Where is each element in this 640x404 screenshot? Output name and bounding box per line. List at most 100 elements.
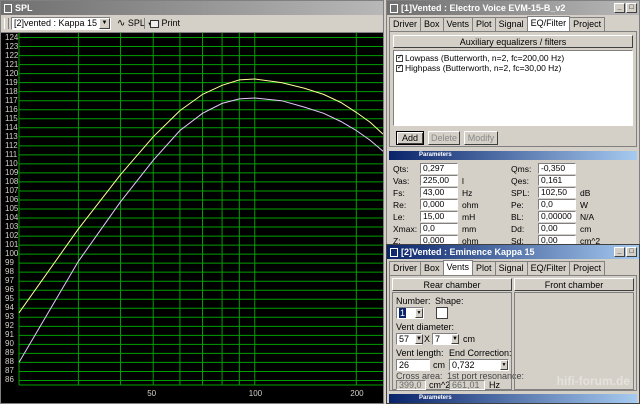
param-value-field[interactable]: 102,50 (538, 187, 576, 198)
ev-tab-box[interactable]: Box (420, 17, 444, 31)
x-tick-label: 50 (147, 389, 157, 398)
em-tab-signal[interactable]: Signal (494, 261, 528, 275)
param-value-field[interactable]: 0,161 (538, 175, 576, 186)
number-value: 1 (399, 308, 407, 318)
param-label-text: Re: (393, 200, 407, 210)
ev-tab-signal[interactable]: Signal (494, 17, 528, 31)
rear-chamber-button[interactable]: Rear chamber (392, 278, 512, 291)
front-chamber-panel: hifi-forum.de (514, 292, 634, 390)
cross-area-field: 399,0 (396, 380, 426, 390)
em-tab-box[interactable]: Box (420, 261, 444, 275)
y-tick-label: 105 (5, 204, 19, 213)
front-chamber-button[interactable]: Front chamber (514, 278, 634, 291)
y-tick-label: 109 (5, 167, 19, 177)
add-button[interactable]: Add (396, 131, 424, 145)
spl-plot[interactable]: 124 123 122 121 120 119 118 117 116 115 114 113 112 1… (1, 33, 383, 403)
param-value-field[interactable]: 15,00 (420, 211, 458, 222)
maximize-button[interactable]: □ (626, 247, 637, 257)
shape-selector[interactable] (436, 307, 448, 319)
em-tab-eq-filter[interactable]: EQ/Filter (526, 261, 571, 275)
param-value-field[interactable]: 0,000 (420, 199, 458, 210)
rear-chamber-label: Rear chamber (423, 280, 481, 290)
y-tick-label: 117 (5, 95, 18, 105)
param-value-field[interactable]: 0,0 (538, 199, 576, 210)
em-tab-plot[interactable]: Plot (472, 261, 496, 275)
param-unit-text: Hz (462, 188, 473, 198)
y-tick-label: 99 (5, 258, 14, 268)
filter-checkbox[interactable]: ✓ (396, 64, 403, 73)
spl-titlebar[interactable]: SPL (1, 1, 383, 15)
filter-item[interactable]: ✓ Lowpass (Butterworth, n=2, fc=200,00 Hz… (396, 53, 564, 63)
vent-d1-spinner[interactable]: ▼ (415, 334, 423, 344)
param-label-text: BL: (511, 212, 524, 222)
ev-tab-driver[interactable]: Driver (389, 17, 421, 31)
print-button-label: Print (161, 18, 181, 28)
maximize-button[interactable]: □ (626, 3, 637, 13)
param-value-field[interactable]: 0,00000 (538, 211, 576, 222)
y-tick-label: 108 (5, 176, 19, 186)
param-value-field[interactable]: 0,00 (538, 223, 576, 234)
param-unit: dB (580, 188, 590, 198)
y-tick-label: 116 (5, 104, 18, 114)
em-tab-project[interactable]: Project (569, 261, 606, 275)
model-select-arrow[interactable]: ▼ (99, 18, 110, 29)
minimize-button[interactable]: _ (614, 247, 625, 257)
ev-tab-eq-filter[interactable]: EQ/Filter (526, 16, 571, 31)
end-correction-value: 0,732 (452, 360, 475, 370)
vent-length-input[interactable]: 26 (396, 359, 430, 371)
param-value-field[interactable]: 225,00 (420, 175, 458, 186)
rear-chamber-panel: Number: 1 ▼ Shape: Vent diameter: 57 ▼ X… (392, 292, 524, 390)
param-unit: l (462, 176, 464, 186)
param-value-field[interactable]: 43,00 (420, 187, 458, 198)
em-tab-driver[interactable]: Driver (389, 261, 421, 275)
em-tab-vents[interactable]: Vents (442, 260, 474, 275)
cross-area-value: 399,0 (399, 380, 422, 390)
number-select-arrow[interactable]: ▼ (415, 308, 423, 318)
em-title: [2]Vented : Eminence Kappa 15 (401, 247, 535, 257)
em-titlebar[interactable]: [2]Vented : Eminence Kappa 15 _ □ (387, 245, 639, 259)
print-button[interactable]: Print (150, 17, 180, 30)
filter-label: Highpass (Butterworth, n=2, fc=30,00 Hz) (405, 63, 562, 73)
y-tick-label: 122 (5, 50, 19, 60)
y-tick-label: 114 (5, 122, 18, 132)
param-unit-text: mm (462, 224, 477, 234)
window-icon (390, 247, 398, 257)
param-value-field[interactable]: 0,297 (420, 163, 458, 174)
y-tick-label: 104 (5, 213, 19, 223)
y-tick-label: 97 (5, 276, 14, 286)
end-correction-arrow[interactable]: ▼ (500, 360, 508, 370)
y-tick-label: 101 (5, 240, 19, 250)
param-value-field[interactable]: -0,350 (538, 163, 576, 174)
ev-tab-vents[interactable]: Vents (442, 17, 474, 31)
param-unit: W (580, 200, 588, 210)
modify-button[interactable]: Modify (464, 131, 498, 145)
vent-d2-value: 7 (435, 334, 441, 344)
vent-d2-spinner[interactable]: ▼ (451, 334, 459, 344)
ev-tab-plot[interactable]: Plot (472, 17, 496, 31)
param-label-text: Qes: (511, 176, 529, 186)
aux-filters-button[interactable]: Auxiliary equalizers / filters (393, 35, 633, 48)
em-tab-panel: Rear chamber Front chamber Number: 1 ▼ S… (389, 275, 637, 391)
ev-tab-project[interactable]: Project (569, 17, 606, 31)
filter-item[interactable]: ✓ Highpass (Butterworth, n=2, fc=30,00 Hz… (396, 63, 561, 73)
vent-length-unit: cm (433, 360, 445, 370)
param-unit-text: W (580, 200, 589, 210)
param-value-field-text: 225,00 (423, 175, 449, 185)
ev-titlebar[interactable]: [1]Vented : Electro Voice EVM-15-B_v2 _ … (387, 1, 639, 15)
param-value-field[interactable]: 0,0 (420, 223, 458, 234)
delete-button[interactable]: Delete (428, 131, 460, 145)
y-tick-label: 86 (5, 375, 14, 385)
param-value-field-text: 0,0 (423, 223, 435, 233)
param-unit: mm (462, 224, 476, 234)
model-select[interactable]: [2]vented : Kappa 15 (11, 17, 111, 30)
end-correction-label: End Correction: (449, 348, 512, 358)
y-tick-label: 96 (5, 285, 14, 295)
minimize-button[interactable]: _ (614, 3, 625, 13)
param-label-text: Vas: (393, 176, 410, 186)
filter-list[interactable]: ✓ Lowpass (Butterworth, n=2, fc=200,00 Hz… (393, 50, 633, 126)
filter-checkbox[interactable]: ✓ (396, 54, 403, 63)
spl-button[interactable]: ∿ SPL ▼ (117, 17, 153, 30)
param-label-text: SPL: (511, 188, 530, 198)
param-label-text: Dd: (511, 224, 525, 234)
em-window: [2]Vented : Eminence Kappa 15 _ □ Driver… (386, 244, 640, 404)
